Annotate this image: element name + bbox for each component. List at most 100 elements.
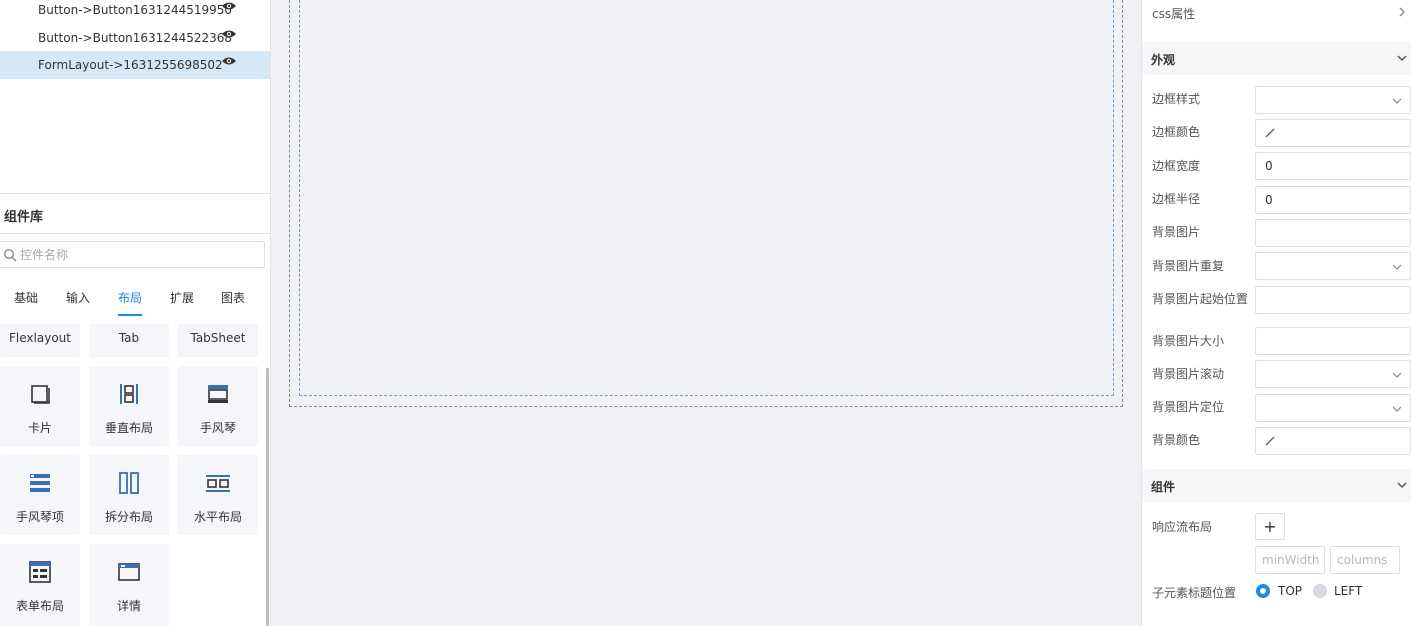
component-item-label: 详情 — [116, 599, 141, 613]
background-repeat-select[interactable] — [1255, 252, 1411, 280]
eye-icon[interactable] — [221, 55, 237, 67]
prop-label: 背景图片定位 — [1152, 400, 1225, 414]
component-item-label: TabSheet — [190, 331, 246, 345]
left-panel: Button->Button1631244519950 Button->Butt… — [0, 0, 271, 626]
component-item-tabsheet[interactable]: TabSheet — [178, 324, 258, 357]
prop-value: 0 — [1265, 159, 1273, 173]
prop-label: 边框样式 — [1152, 92, 1201, 106]
form-layout-icon — [29, 561, 51, 583]
chevron-down-icon — [1397, 55, 1407, 61]
divider — [0, 233, 270, 234]
accordion-item-icon — [30, 474, 50, 492]
chevron-down-icon — [1392, 406, 1402, 412]
accordion-icon — [208, 385, 228, 403]
min-width-input[interactable] — [1262, 551, 1322, 569]
chevron-right-icon[interactable] — [1397, 7, 1407, 17]
component-item-details[interactable]: 详情 — [89, 544, 169, 626]
columns-input[interactable] — [1337, 551, 1397, 569]
component-item-tab[interactable]: Tab — [89, 324, 169, 357]
prop-label: 背景图片 — [1152, 225, 1201, 239]
component-item-label: 手风琴 — [199, 421, 236, 435]
prop-label: 响应流布局 — [1152, 520, 1213, 534]
component-item-label: Flexlayout — [9, 331, 71, 345]
border-width-input[interactable]: 0 — [1255, 152, 1411, 180]
component-item-accordion-item[interactable]: 手风琴项 — [0, 455, 80, 535]
split-layout-icon — [119, 472, 139, 494]
radio-top[interactable] — [1256, 584, 1270, 598]
component-item-vertical-layout[interactable]: 垂直布局 — [89, 366, 169, 446]
component-item-accordion[interactable]: 手风琴 — [178, 366, 258, 446]
component-item-horizontal-layout[interactable]: 水平布局 — [178, 455, 258, 535]
divider — [0, 193, 270, 194]
background-size-input[interactable] — [1255, 327, 1411, 355]
pen-icon — [1265, 436, 1275, 446]
section-appearance-header[interactable]: 外观 — [1142, 42, 1411, 75]
columns-field — [1330, 546, 1400, 574]
component-item-label: Tab — [118, 331, 140, 345]
component-item-split-layout[interactable]: 拆分布局 — [89, 455, 169, 535]
tab-chart[interactable]: 图表 — [221, 289, 245, 306]
component-library-title: 组件库 — [4, 210, 44, 225]
layer-tree-row-selected[interactable]: FormLayout->1631255698502 — [0, 51, 270, 79]
component-item-label: 表单布局 — [15, 599, 64, 613]
plus-icon: + — [1263, 517, 1277, 536]
eye-icon[interactable] — [221, 28, 237, 40]
component-item-card[interactable]: 卡片 — [0, 366, 80, 446]
prop-value: 0 — [1265, 193, 1273, 207]
vertical-layout-icon — [120, 384, 138, 404]
active-tab-indicator — [118, 314, 142, 316]
background-position-input[interactable] — [1255, 286, 1411, 314]
component-item-flexlayout[interactable]: Flexlayout — [0, 324, 80, 357]
section-title: 外观 — [1151, 53, 1176, 67]
component-library-scrollbar[interactable] — [266, 368, 269, 626]
prop-label: 边框颜色 — [1152, 125, 1201, 139]
eye-icon[interactable] — [221, 0, 237, 12]
border-radius-input[interactable]: 0 — [1255, 186, 1411, 214]
chevron-down-icon — [1392, 372, 1402, 378]
component-item-label: 水平布局 — [193, 510, 242, 524]
component-search — [0, 241, 265, 268]
component-item-label: 垂直布局 — [104, 421, 153, 435]
layer-tree-row[interactable]: Button->Button1631244519950 — [0, 0, 270, 24]
layer-tree-label: FormLayout->1631255698502 — [38, 58, 223, 72]
tab-layout[interactable]: 布局 — [118, 289, 142, 306]
pen-icon — [1265, 128, 1275, 138]
prop-label: 边框半径 — [1152, 192, 1201, 206]
chevron-down-icon — [1392, 264, 1402, 270]
background-origin-select[interactable] — [1255, 394, 1411, 422]
radio-left[interactable] — [1313, 584, 1327, 598]
component-item-label: 手风琴项 — [15, 510, 64, 524]
card-icon — [31, 385, 50, 404]
chevron-down-icon — [1397, 482, 1407, 488]
component-search-input[interactable] — [20, 244, 260, 265]
border-style-select[interactable] — [1255, 86, 1411, 114]
min-width-field — [1255, 546, 1325, 574]
prop-label: 背景图片滚动 — [1152, 367, 1225, 381]
component-item-label: 卡片 — [27, 421, 52, 435]
css-properties-label[interactable]: css属性 — [1152, 5, 1195, 22]
component-item-label: 拆分布局 — [104, 510, 153, 524]
background-color-picker[interactable] — [1255, 427, 1411, 455]
section-component-header[interactable]: 组件 — [1142, 469, 1411, 502]
form-layout-canvas[interactable] — [299, 0, 1114, 396]
layer-tree-label: Button->Button1631244522368 — [38, 31, 233, 45]
border-color-picker[interactable] — [1255, 119, 1411, 147]
tab-basic[interactable]: 基础 — [14, 289, 38, 306]
tab-input[interactable]: 输入 — [66, 289, 90, 306]
prop-label: 背景颜色 — [1152, 433, 1201, 447]
prop-label: 子元素标题位置 — [1152, 586, 1237, 600]
background-image-input[interactable] — [1255, 219, 1411, 247]
section-title: 组件 — [1151, 480, 1176, 494]
layer-tree-row[interactable]: Button->Button1631244522368 — [0, 24, 270, 52]
layer-tree-label: Button->Button1631244519950 — [38, 3, 233, 17]
component-item-form-layout[interactable]: 表单布局 — [0, 544, 80, 626]
background-attachment-select[interactable] — [1255, 360, 1411, 388]
radio-top-label: TOP — [1278, 584, 1303, 598]
radio-left-label: LEFT — [1334, 584, 1363, 598]
properties-panel: css属性 外观 边框样式 边框颜色 边框宽度 0 边框半径 0 背景图片 背景… — [1141, 0, 1411, 626]
prop-label: 背景图片起始位置 — [1152, 292, 1249, 306]
tab-extension[interactable]: 扩展 — [170, 289, 194, 306]
add-responsive-step-button[interactable]: + — [1255, 513, 1285, 540]
horizontal-layout-icon — [206, 475, 230, 492]
prop-label: 背景图片重复 — [1152, 259, 1225, 273]
